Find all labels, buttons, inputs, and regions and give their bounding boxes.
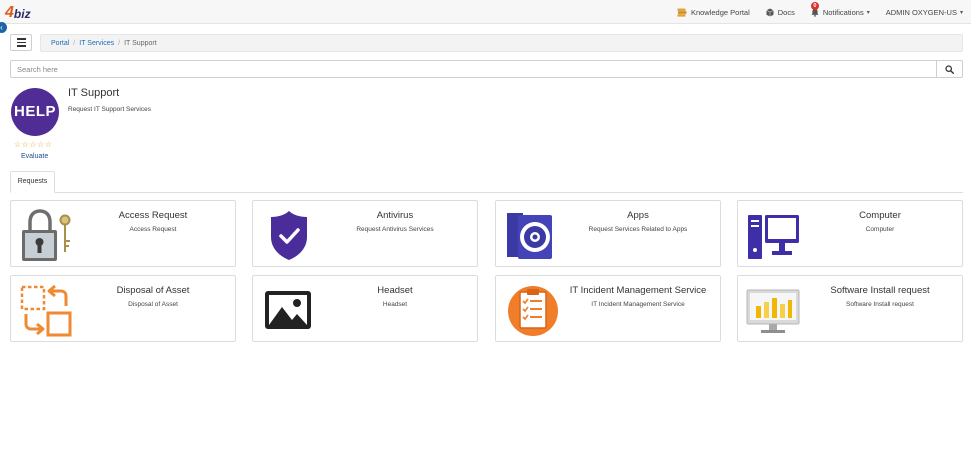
card-it-incident-management[interactable]: IT Incident Management Service IT Incide… bbox=[495, 275, 721, 342]
top-bar: 4 biz Knowledge Portal Docs 0 Notificati… bbox=[0, 0, 971, 24]
breadcrumb-separator: / bbox=[73, 39, 76, 47]
logo-number: 4 bbox=[5, 4, 14, 21]
user-name: ADMIN OXYGEN-US bbox=[885, 7, 957, 17]
transfer-arrows-icon bbox=[20, 284, 72, 337]
cube-icon bbox=[766, 8, 774, 16]
card-title: Software Install request bbox=[830, 285, 930, 296]
search-input[interactable] bbox=[10, 60, 937, 78]
knowledge-portal-link[interactable]: Knowledge Portal bbox=[677, 8, 750, 17]
card-description: Disposal of Asset bbox=[128, 301, 178, 308]
service-logo: HELP bbox=[11, 88, 59, 136]
card-antivirus[interactable]: Antivirus Request Antivirus Services bbox=[252, 200, 478, 267]
search-button[interactable] bbox=[937, 60, 963, 78]
chevron-down-icon: ▾ bbox=[959, 9, 963, 16]
breadcrumb-current: IT Support bbox=[124, 39, 157, 47]
breadcrumb-separator: / bbox=[118, 39, 121, 47]
app-logo[interactable]: 4 biz bbox=[5, 3, 31, 21]
card-description: Computer bbox=[865, 226, 895, 233]
docs-label: Docs bbox=[777, 7, 795, 17]
card-description: Request Antivirus Services bbox=[356, 226, 434, 233]
card-description: Access Request bbox=[129, 226, 177, 233]
card-headset[interactable]: Headset Headset bbox=[252, 275, 478, 342]
card-title: Computer bbox=[859, 210, 901, 221]
cd-case-icon bbox=[507, 213, 552, 259]
docs-link[interactable]: Docs bbox=[766, 8, 795, 17]
search-icon bbox=[945, 64, 954, 74]
card-description: Headset bbox=[382, 301, 408, 308]
tab-requests[interactable]: Requests bbox=[10, 171, 55, 193]
tabs-divider bbox=[10, 192, 963, 193]
desktop-computer-icon bbox=[748, 215, 799, 259]
rating-stars[interactable]: ☆☆☆☆☆ bbox=[14, 140, 52, 149]
card-description: Software Install request bbox=[846, 301, 914, 308]
hamburger-line bbox=[16, 45, 26, 47]
evaluate-link[interactable]: Evaluate bbox=[21, 153, 48, 160]
hamburger-line bbox=[16, 38, 26, 40]
image-icon bbox=[265, 291, 311, 329]
card-title: Disposal of Asset bbox=[116, 285, 190, 296]
card-apps[interactable]: Apps Request Services Related to Apps bbox=[495, 200, 721, 267]
page-title: IT Support bbox=[68, 87, 120, 99]
breadcrumb-portal[interactable]: Portal bbox=[51, 40, 69, 47]
notification-count-badge: 0 bbox=[810, 1, 819, 10]
card-computer[interactable]: Computer Computer bbox=[737, 200, 963, 267]
top-nav: Knowledge Portal Docs 0 Notifications ▾ … bbox=[661, 0, 963, 24]
padlock-key-icon bbox=[22, 209, 71, 261]
card-description: IT Incident Management Service bbox=[591, 301, 685, 308]
card-software-install-request[interactable]: Software Install request Software Instal… bbox=[737, 275, 963, 342]
collapse-sidebar-icon[interactable]: ‹ bbox=[0, 22, 7, 33]
card-title: Apps bbox=[627, 210, 649, 221]
card-title: Access Request bbox=[118, 210, 188, 221]
card-title: Antivirus bbox=[376, 210, 414, 221]
monitor-chart-icon bbox=[746, 289, 800, 333]
breadcrumb: Portal / IT Services / IT Support bbox=[40, 34, 963, 52]
checklist-icon bbox=[508, 286, 558, 336]
card-description: Request Services Related to Apps bbox=[588, 226, 688, 233]
user-menu[interactable]: ADMIN OXYGEN-US ▾ bbox=[886, 8, 963, 17]
books-icon bbox=[677, 8, 687, 17]
breadcrumb-it-services[interactable]: IT Services bbox=[79, 40, 114, 47]
notifications-menu[interactable]: 0 Notifications ▾ bbox=[810, 1, 870, 17]
notifications-label: Notifications bbox=[822, 7, 864, 17]
card-access-request[interactable]: Access Request Access Request bbox=[10, 200, 236, 267]
card-title: IT Incident Management Service bbox=[569, 285, 707, 296]
hamburger-menu-button[interactable] bbox=[10, 34, 32, 51]
chevron-down-icon: ▾ bbox=[866, 9, 870, 16]
shield-check-icon bbox=[271, 211, 307, 260]
page-subtitle: Request IT Support Services bbox=[68, 106, 151, 113]
card-disposal-of-asset[interactable]: Disposal of Asset Disposal of Asset bbox=[10, 275, 236, 342]
logo-text: biz bbox=[13, 7, 31, 21]
card-title: Headset bbox=[377, 285, 413, 296]
knowledge-portal-label: Knowledge Portal bbox=[690, 7, 750, 17]
hamburger-line bbox=[16, 41, 26, 44]
